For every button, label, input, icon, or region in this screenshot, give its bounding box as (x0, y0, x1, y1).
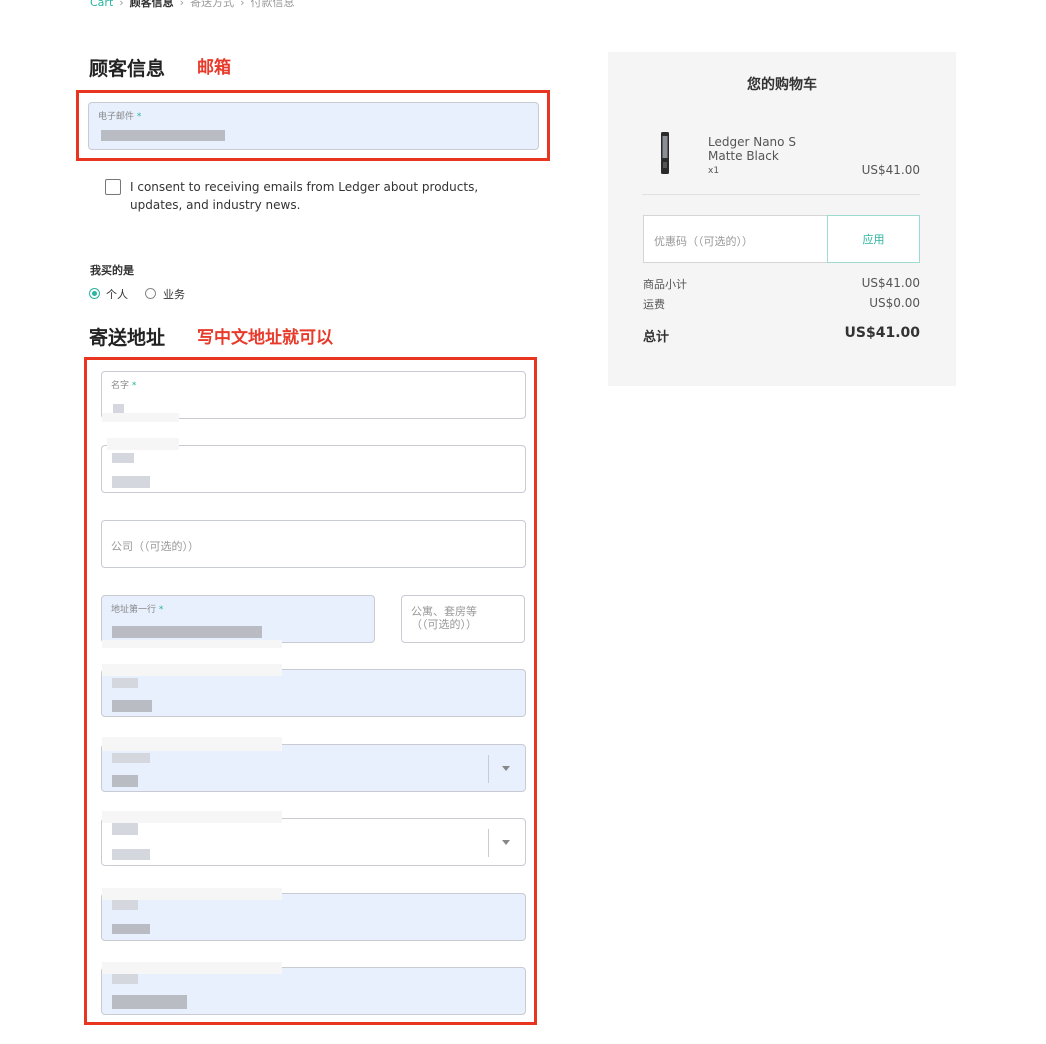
country-select[interactable] (101, 737, 526, 792)
chevron-down-icon[interactable] (502, 766, 510, 771)
province-select[interactable] (101, 811, 526, 866)
subtotal-label: 商品小计 (643, 278, 687, 291)
city-value-redacted (112, 700, 152, 712)
postal-label-redacted (112, 900, 138, 910)
radio-individual-label[interactable]: 个人 (106, 286, 128, 302)
consent-text: I consent to receiving emails from Ledge… (130, 178, 478, 214)
postal-code-field[interactable] (101, 888, 526, 941)
phone-field[interactable] (101, 962, 526, 1015)
first-name-overlay-redacted (102, 413, 179, 422)
company-field[interactable]: 公司（（可选的）） (101, 520, 526, 568)
phone-label-redacted (112, 974, 138, 984)
breadcrumb-separator: › (240, 0, 245, 9)
coupon-placeholder: 优惠码（（可选的）） (654, 235, 753, 248)
total-value: US$41.00 (844, 325, 920, 341)
last-name-value-redacted (112, 476, 150, 488)
product-image (660, 132, 670, 174)
product-name: Ledger Nano S Matte Black (708, 135, 796, 163)
chinese-address-annotation: 写中文地址就可以 (197, 328, 333, 348)
breadcrumb: Cart › 顾客信息 › 寄送方式 › 付款信息 (90, 0, 294, 10)
apartment-field[interactable]: 公寓、套房等 （（可选的）） (401, 595, 525, 643)
shipping-fee-label: 运费 (643, 298, 665, 311)
cart-title: 您的购物车 (747, 77, 817, 93)
breadcrumb-separator: › (119, 0, 124, 9)
last-name-label-redacted (107, 438, 179, 450)
company-placeholder: 公司（（可选的）） (111, 540, 199, 553)
consent-checkbox[interactable] (105, 179, 121, 195)
product-name-line1: Ledger Nano S (708, 135, 796, 149)
country-value-redacted (112, 775, 138, 787)
first-name-field[interactable]: 名字 * (101, 371, 526, 422)
apply-coupon-button[interactable]: 应用 (827, 215, 920, 263)
chevron-down-icon[interactable] (502, 840, 510, 845)
province-label-redacted (102, 811, 282, 823)
email-annotation: 邮箱 (197, 58, 231, 78)
customer-info-heading: 顾客信息 (89, 58, 166, 80)
email-field[interactable]: 电子邮件 * (88, 102, 539, 150)
postal-label-redacted (102, 888, 282, 900)
country-label-redacted (112, 753, 150, 763)
first-name-label: 名字 * (111, 381, 137, 391)
city-label-redacted (102, 664, 282, 676)
cart-divider (642, 194, 920, 195)
shipping-fee-value: US$0.00 (869, 296, 920, 310)
postal-value-redacted (112, 924, 150, 934)
country-label-redacted (102, 737, 282, 751)
breadcrumb-cart-link[interactable]: Cart (90, 0, 113, 9)
email-field-label: 电子邮件 * (98, 112, 142, 122)
address-line1-field[interactable]: 地址第一行 * (101, 595, 375, 648)
province-label-redacted (112, 823, 138, 835)
country-select-divider (488, 755, 489, 783)
province-select-divider (488, 829, 489, 857)
address-line1-label: 地址第一行 * (111, 605, 164, 615)
phone-label-redacted (102, 962, 282, 974)
apartment-placeholder: 公寓、套房等 （（可选的）） (411, 605, 477, 631)
product-quantity: x1 (708, 166, 720, 176)
last-name-field[interactable] (101, 438, 526, 493)
buying-as-label: 我买的是 (90, 264, 134, 277)
address-line1-value-redacted (112, 626, 262, 638)
breadcrumb-separator: › (179, 0, 185, 9)
address-line1-overlay-redacted (102, 640, 282, 648)
radio-business-label[interactable]: 业务 (163, 286, 185, 302)
subtotal-value: US$41.00 (861, 276, 920, 290)
breadcrumb-payment-info: 付款信息 (250, 0, 295, 9)
shipping-address-heading: 寄送地址 (89, 327, 166, 349)
email-value-redacted (101, 130, 225, 141)
product-price: US$41.00 (861, 163, 920, 177)
last-name-label-redacted (112, 453, 134, 463)
phone-value-redacted (112, 995, 187, 1009)
city-field[interactable] (101, 664, 526, 717)
consent-text-line2: updates, and industry news. (130, 198, 301, 212)
radio-business[interactable] (145, 288, 156, 299)
radio-individual[interactable] (89, 288, 100, 299)
province-value-redacted (112, 849, 150, 860)
total-label: 总计 (643, 330, 670, 345)
ledger-device-icon (661, 132, 669, 174)
city-label-redacted (112, 678, 138, 688)
consent-text-line1: I consent to receiving emails from Ledge… (130, 180, 479, 194)
coupon-input[interactable]: 优惠码（（可选的）） (643, 215, 828, 263)
cart-panel: 您的购物车 Ledger Nano S Matte Black x1 US$41… (608, 52, 956, 386)
breadcrumb-customer-info: 顾客信息 (129, 0, 174, 9)
breadcrumb-shipping-method: 寄送方式 (190, 0, 235, 9)
product-name-line2: Matte Black (708, 149, 779, 163)
